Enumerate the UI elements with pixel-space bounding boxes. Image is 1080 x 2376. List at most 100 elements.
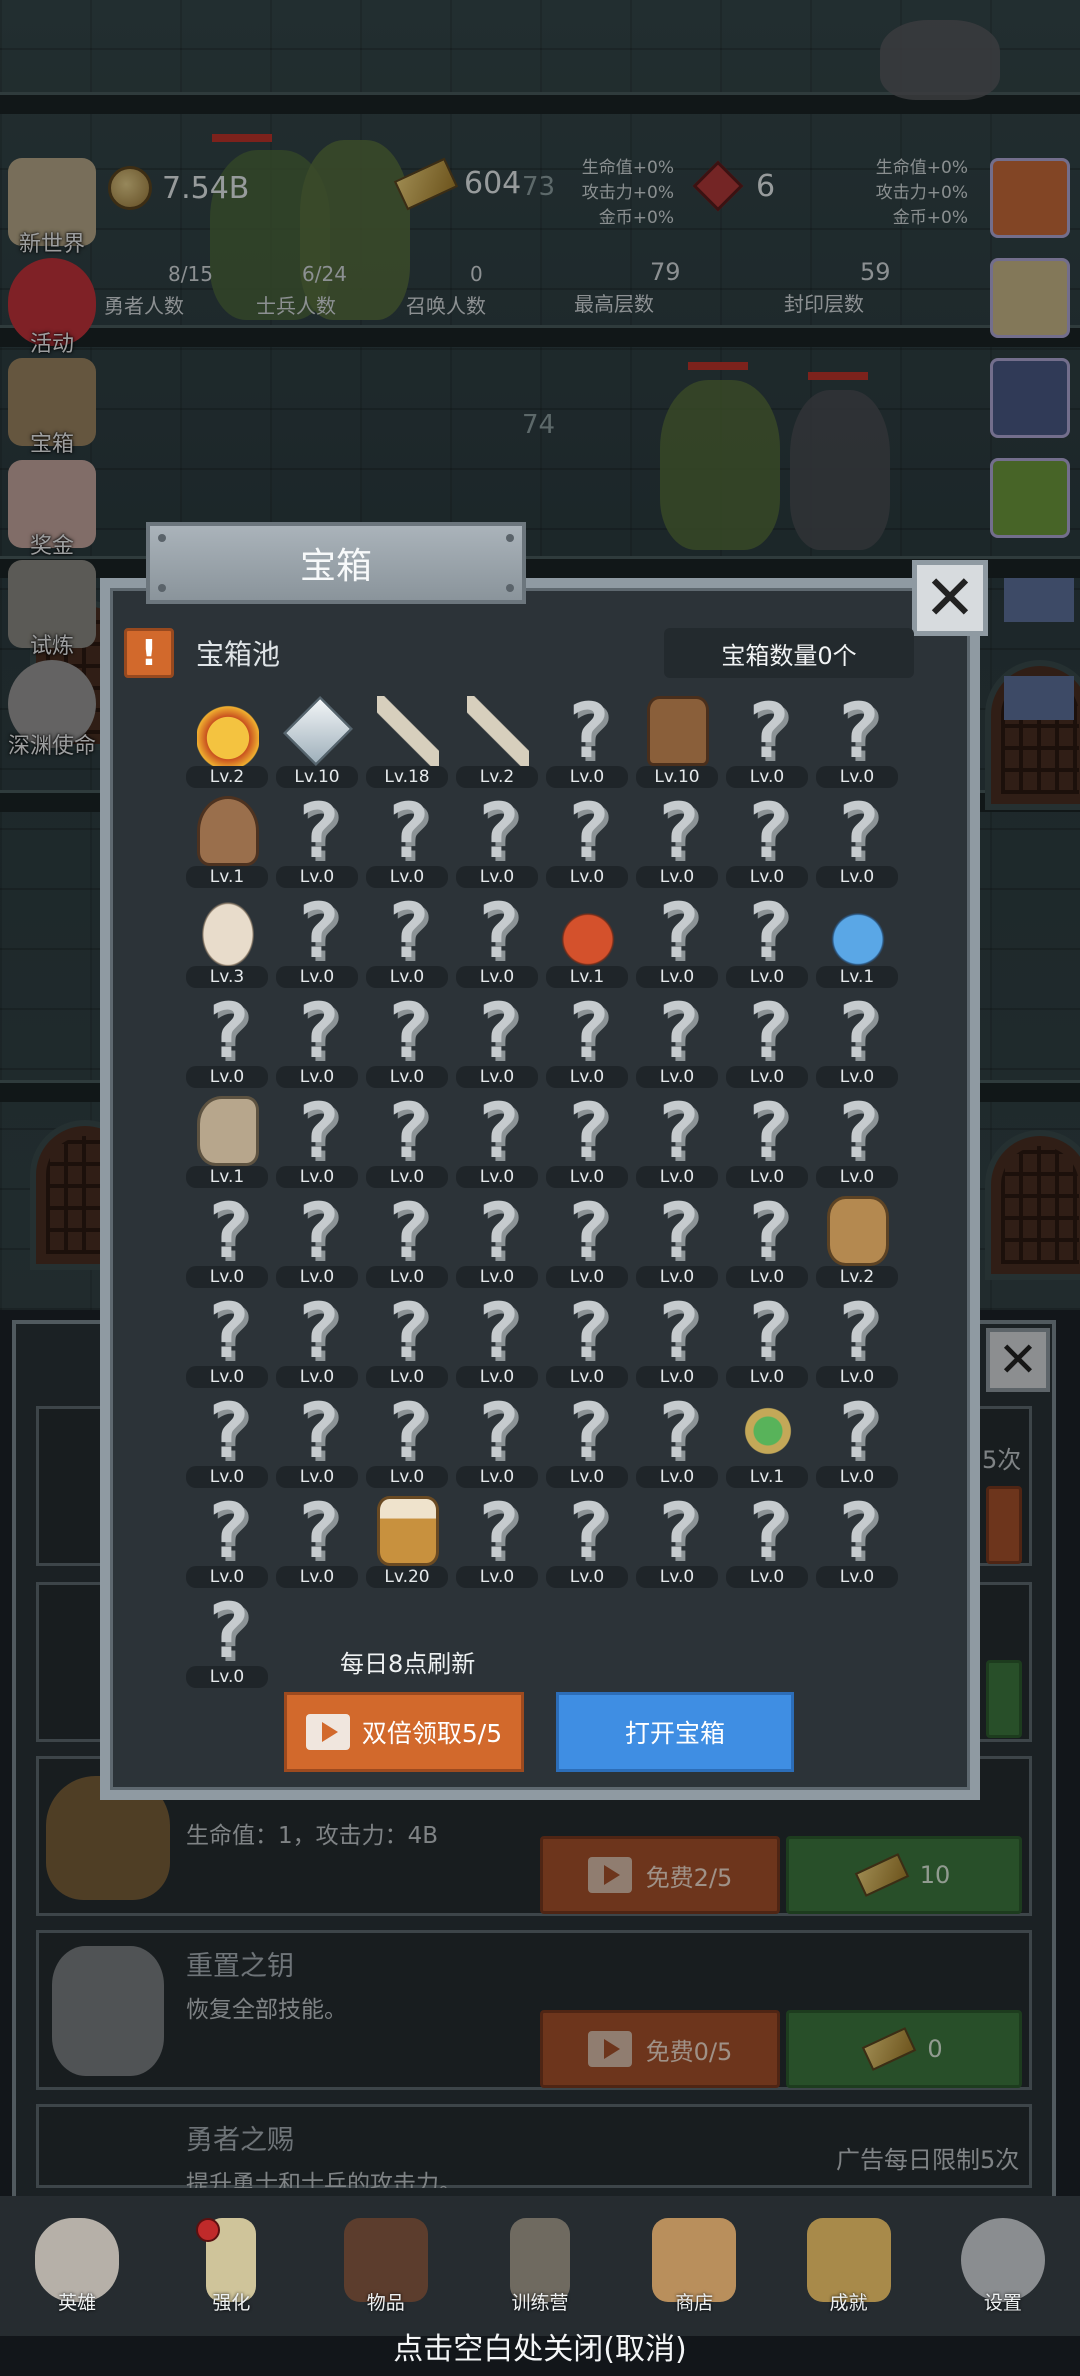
chest-item-slot[interactable]: ? Lv.0 [272, 1290, 362, 1390]
chest-item-slot[interactable]: Lv.2 [812, 1190, 902, 1290]
chest-item-slot[interactable]: ? Lv.0 [632, 790, 722, 890]
question-mark-icon: ? [745, 686, 791, 775]
chest-item-slot[interactable]: ? Lv.0 [452, 890, 542, 990]
chest-item-slot[interactable]: Lv.1 [182, 1090, 272, 1190]
item-level: Lv.0 [456, 1466, 538, 1488]
chest-item-slot[interactable]: Lv.2 [182, 690, 272, 790]
item-level: Lv.0 [726, 866, 808, 888]
chest-item-slot[interactable]: ? Lv.0 [362, 1390, 452, 1490]
nav-achievements[interactable]: 成就 [784, 2217, 914, 2315]
chest-item-slot[interactable]: Lv.1 [812, 890, 902, 990]
open-chest-button[interactable]: 打开宝箱 [556, 1692, 794, 1772]
chest-item-slot[interactable]: ? Lv.0 [632, 1290, 722, 1390]
chest-item-slot[interactable]: ? Lv.0 [812, 990, 902, 1090]
video-icon [305, 1714, 350, 1750]
chest-item-slot[interactable]: ? Lv.0 [632, 1090, 722, 1190]
modal-close-button[interactable]: ✕ [912, 560, 988, 636]
question-mark-icon: ? [745, 1486, 791, 1575]
chest-item-slot[interactable]: ? Lv.0 [722, 1090, 812, 1190]
chest-item-slot[interactable]: ? Lv.0 [722, 690, 812, 790]
question-mark-icon: ? [475, 1386, 521, 1475]
chest-item-slot[interactable]: ? Lv.0 [182, 990, 272, 1090]
chest-item-slot[interactable]: ? Lv.0 [362, 1190, 452, 1290]
nav-shop[interactable]: 商店 [629, 2217, 759, 2315]
chest-item-slot[interactable]: Lv.1 [182, 790, 272, 890]
chest-item-slot[interactable]: ? Lv.0 [452, 1090, 542, 1190]
chest-item-slot[interactable]: Lv.18 [362, 690, 452, 790]
chest-item-slot[interactable]: ? Lv.0 [272, 1490, 362, 1590]
chest-item-slot[interactable]: ? Lv.0 [452, 990, 542, 1090]
chest-item-slot[interactable]: ? Lv.0 [722, 1190, 812, 1290]
chest-item-slot[interactable]: ? Lv.0 [452, 1290, 542, 1390]
chest-item-slot[interactable]: ? Lv.0 [542, 1090, 632, 1190]
exclamation-icon[interactable]: ! [124, 628, 174, 678]
nav-items[interactable]: 物品 [321, 2217, 451, 2315]
chest-item-slot[interactable]: ? Lv.0 [632, 990, 722, 1090]
chest-item-slot[interactable]: ? Lv.0 [362, 1290, 452, 1390]
chest-item-slot[interactable]: ? Lv.0 [542, 790, 632, 890]
chest-item-slot[interactable]: ? Lv.0 [722, 790, 812, 890]
scroll-down-icon[interactable] [1004, 676, 1074, 720]
chest-item-slot[interactable]: Lv.1 [722, 1390, 812, 1490]
chest-item-slot[interactable]: ? Lv.0 [632, 1490, 722, 1590]
scroll-up-icon[interactable] [1004, 578, 1074, 622]
nav-settings[interactable]: 设置 [938, 2217, 1068, 2315]
chest-item-slot[interactable]: ? Lv.0 [272, 890, 362, 990]
chest-item-slot[interactable]: Lv.20 [362, 1490, 452, 1590]
chest-item-slot[interactable]: Lv.10 [272, 690, 362, 790]
chest-item-slot[interactable]: ? Lv.0 [542, 1290, 632, 1390]
double-claim-button[interactable]: 双倍领取5/5 [284, 1692, 524, 1772]
chest-item-slot[interactable]: ? Lv.0 [812, 1390, 902, 1490]
chest-item-slot[interactable]: ? Lv.0 [182, 1390, 272, 1490]
chest-item-slot[interactable]: ? Lv.0 [812, 1090, 902, 1190]
chest-item-slot[interactable]: ? Lv.0 [722, 1290, 812, 1390]
chest-item-slot[interactable]: ? Lv.0 [812, 1290, 902, 1390]
item-level: Lv.0 [186, 1466, 268, 1488]
chest-item-slot[interactable]: ? Lv.0 [542, 990, 632, 1090]
chest-item-slot[interactable]: ? Lv.0 [542, 1190, 632, 1290]
nav-upgrade[interactable]: 强化 [166, 2217, 296, 2315]
nav-heroes[interactable]: 英雄 [12, 2217, 142, 2315]
chest-item-slot[interactable]: ? Lv.0 [632, 1190, 722, 1290]
chest-item-slot[interactable]: ? Lv.0 [182, 1590, 272, 1690]
chest-item-slot[interactable]: Lv.1 [542, 890, 632, 990]
chest-item-slot[interactable]: ? Lv.0 [182, 1290, 272, 1390]
chest-item-slot[interactable]: ? Lv.0 [542, 1390, 632, 1490]
chest-item-slot[interactable]: ? Lv.0 [272, 1190, 362, 1290]
item-level: Lv.0 [726, 1166, 808, 1188]
helmet-icon [197, 796, 259, 866]
chest-item-slot[interactable]: ? Lv.0 [722, 890, 812, 990]
chest-item-slot[interactable]: Lv.3 [182, 890, 272, 990]
item-level: Lv.0 [726, 1566, 808, 1588]
chest-item-slot[interactable]: ? Lv.0 [182, 1190, 272, 1290]
chest-item-slot[interactable]: ? Lv.0 [632, 1390, 722, 1490]
chest-item-slot[interactable]: ? Lv.0 [812, 790, 902, 890]
chest-item-slot[interactable]: ? Lv.0 [632, 890, 722, 990]
chest-item-slot[interactable]: Lv.10 [632, 690, 722, 790]
chest-item-slot[interactable]: ? Lv.0 [452, 1490, 542, 1590]
chest-item-slot[interactable]: ? Lv.0 [722, 990, 812, 1090]
chest-item-slot[interactable]: ? Lv.0 [542, 690, 632, 790]
item-level: Lv.0 [456, 966, 538, 988]
item-level: Lv.0 [816, 1166, 898, 1188]
item-level: Lv.0 [276, 1166, 358, 1188]
chest-item-slot[interactable]: Lv.2 [452, 690, 542, 790]
chest-item-slot[interactable]: ? Lv.0 [272, 790, 362, 890]
chest-item-slot[interactable]: ? Lv.0 [362, 990, 452, 1090]
chest-item-slot[interactable]: ? Lv.0 [452, 1390, 542, 1490]
chest-item-slot[interactable]: ? Lv.0 [452, 790, 542, 890]
chest-item-slot[interactable]: ? Lv.0 [272, 990, 362, 1090]
chest-item-slot[interactable]: ? Lv.0 [812, 1490, 902, 1590]
chest-item-slot[interactable]: ? Lv.0 [362, 890, 452, 990]
chest-item-slot[interactable]: ? Lv.0 [362, 1090, 452, 1190]
chest-item-slot[interactable]: ? Lv.0 [542, 1490, 632, 1590]
chest-item-slot[interactable]: ? Lv.0 [812, 690, 902, 790]
chest-item-slot[interactable]: ? Lv.0 [182, 1490, 272, 1590]
chest-item-slot[interactable]: ? Lv.0 [272, 1090, 362, 1190]
close-hint[interactable]: 点击空白处关闭(取消) [0, 2324, 1080, 2368]
chest-item-slot[interactable]: ? Lv.0 [272, 1390, 362, 1490]
chest-item-slot[interactable]: ? Lv.0 [362, 790, 452, 890]
chest-item-slot[interactable]: ? Lv.0 [452, 1190, 542, 1290]
nav-training[interactable]: 训练营 [475, 2217, 605, 2315]
chest-item-slot[interactable]: ? Lv.0 [722, 1490, 812, 1590]
